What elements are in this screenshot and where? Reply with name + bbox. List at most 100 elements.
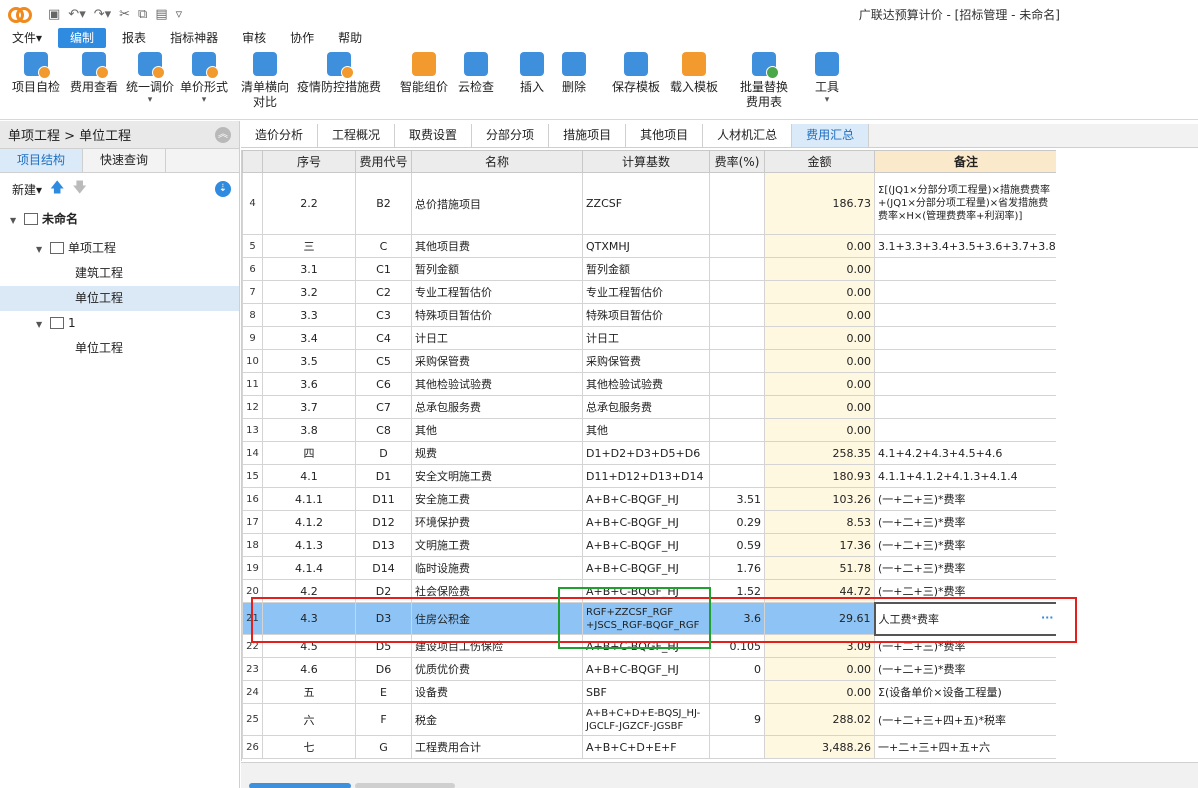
seq-cell[interactable]: 3.6	[262, 372, 356, 396]
amount-cell[interactable]: 0.00	[764, 234, 875, 258]
code-cell[interactable]: C6	[355, 372, 412, 396]
seq-cell[interactable]: 3.3	[262, 303, 356, 327]
tab-fee-summary[interactable]: 费用汇总	[792, 124, 870, 147]
row-number[interactable]: 11	[242, 372, 263, 396]
row-number[interactable]: 7	[242, 280, 263, 304]
code-cell[interactable]: C8	[355, 418, 412, 442]
base-cell[interactable]: ZZCSF	[582, 172, 710, 235]
amount-cell[interactable]: 8.53	[764, 510, 875, 534]
paste-icon[interactable]: ▤	[155, 7, 167, 22]
row-number[interactable]: 16	[242, 487, 263, 511]
base-cell[interactable]: 暂列金额	[582, 257, 710, 281]
base-cell[interactable]: SBF	[582, 680, 710, 704]
code-cell[interactable]: C	[355, 234, 412, 258]
amount-cell[interactable]: 51.78	[764, 556, 875, 580]
name-cell[interactable]: 暂列金额	[411, 257, 583, 281]
seq-cell[interactable]: 4.1.1	[262, 487, 356, 511]
code-cell[interactable]: C1	[355, 257, 412, 281]
tree-item-single-project[interactable]: ▼ 单项工程	[0, 236, 239, 261]
base-cell[interactable]: A+B+C+D+E+F	[582, 735, 710, 759]
expand-icon[interactable]: ▼	[36, 312, 48, 337]
base-cell[interactable]: 特殊项目暂估价	[582, 303, 710, 327]
menu-report[interactable]: 报表	[110, 28, 158, 48]
tab-sub-items[interactable]: 分部分项	[472, 124, 550, 147]
rate-cell[interactable]	[709, 441, 765, 465]
amount-cell[interactable]: 0.00	[764, 326, 875, 350]
rate-cell[interactable]: 0	[709, 657, 765, 681]
code-cell[interactable]: D6	[355, 657, 412, 681]
table-row[interactable]: 13 3.8 C8 其他 其他 0.00	[242, 418, 1056, 442]
note-cell[interactable]	[874, 372, 1056, 396]
table-row[interactable]: 7 3.2 C2 专业工程暂估价 专业工程暂估价 0.00	[242, 280, 1056, 304]
name-cell[interactable]: 采购保管费	[411, 349, 583, 373]
note-cell[interactable]	[874, 280, 1056, 304]
name-cell[interactable]: 文明施工费	[411, 533, 583, 557]
tree-item-unit[interactable]: 单位工程	[0, 336, 239, 361]
row-number[interactable]: 25	[242, 703, 263, 736]
row-number[interactable]: 19	[242, 556, 263, 580]
amount-cell[interactable]: 103.26	[764, 487, 875, 511]
tab-overview[interactable]: 工程概况	[318, 124, 396, 147]
rate-cell[interactable]	[709, 680, 765, 704]
code-cell[interactable]: C4	[355, 326, 412, 350]
tab-measures[interactable]: 措施项目	[549, 124, 627, 147]
batch-replace-button[interactable]: 批量替换 费用表	[740, 52, 788, 110]
code-cell[interactable]: D14	[355, 556, 412, 580]
amount-cell[interactable]: 3,488.26	[764, 735, 875, 759]
code-cell[interactable]: D1	[355, 464, 412, 488]
name-cell[interactable]: 安全施工费	[411, 487, 583, 511]
table-row[interactable]: 12 3.7 C7 总承包服务费 总承包服务费 0.00	[242, 395, 1056, 419]
amount-cell[interactable]: 180.93	[764, 464, 875, 488]
table-row[interactable]: 25 六 F 税金 A+B+C+D+E-BQSJ_HJ-JGCLF-JGZCF-JGSB…	[242, 703, 1056, 736]
name-cell[interactable]: 其他检验试验费	[411, 372, 583, 396]
table-row[interactable]: 4 2.2 B2 总价措施项目 ZZCSF 186.73 Σ[(JQ1×分部分项工程量)×措…	[242, 172, 1056, 235]
scroll-thumb[interactable]	[249, 783, 351, 788]
menu-help[interactable]: 帮助	[326, 28, 374, 48]
name-cell[interactable]: 环境保护费	[411, 510, 583, 534]
row-number[interactable]: 15	[242, 464, 263, 488]
base-cell[interactable]: A+B+C-BQGF_HJ	[582, 556, 710, 580]
tools-button[interactable]: 工具 ▾	[815, 52, 839, 105]
row-number[interactable]: 5	[242, 234, 263, 258]
tree-item-building[interactable]: 建筑工程	[0, 261, 239, 286]
amount-cell[interactable]: 0.00	[764, 395, 875, 419]
note-cell[interactable]: 一+二+三+四+五+六	[874, 735, 1056, 759]
table-row[interactable]: 16 4.1.1 D11 安全施工费 A+B+C-BQGF_HJ 3.51 103.26 (一…	[242, 487, 1056, 511]
cloud-check-button[interactable]: 云检查	[458, 52, 494, 95]
seq-cell[interactable]: 四	[262, 441, 356, 465]
project-check-button[interactable]: 项目自检	[12, 52, 60, 95]
row-number[interactable]: 14	[242, 441, 263, 465]
seq-cell[interactable]: 4.1	[262, 464, 356, 488]
amount-cell[interactable]: 0.00	[764, 418, 875, 442]
table-row[interactable]: 18 4.1.3 D13 文明施工费 A+B+C-BQGF_HJ 0.59 17.36 (一+…	[242, 533, 1056, 557]
note-cell[interactable]: 3.1+3.3+3.4+3.5+3.6+3.7+3.8	[874, 234, 1056, 258]
table-row[interactable]: 24 五 E 设备费 SBF 0.00 Σ(设备单价×设备工程量)	[242, 680, 1056, 704]
note-cell[interactable]: (一+二+三)*费率	[874, 533, 1056, 557]
row-number[interactable]: 9	[242, 326, 263, 350]
base-cell[interactable]: 计日工	[582, 326, 710, 350]
base-cell[interactable]: 总承包服务费	[582, 395, 710, 419]
amount-cell[interactable]: 0.00	[764, 280, 875, 304]
row-number[interactable]: 10	[242, 349, 263, 373]
row-number[interactable]: 4	[242, 172, 263, 235]
tree-item-1[interactable]: ▼ 1	[0, 311, 239, 336]
base-cell[interactable]: A+B+C-BQGF_HJ	[582, 487, 710, 511]
amount-cell[interactable]: 0.00	[764, 680, 875, 704]
table-row[interactable]: 6 3.1 C1 暂列金额 暂列金额 0.00	[242, 257, 1056, 281]
code-cell[interactable]: D	[355, 441, 412, 465]
note-cell[interactable]	[874, 326, 1056, 350]
new-button[interactable]: 新建▾	[12, 181, 42, 198]
code-cell[interactable]: G	[355, 735, 412, 759]
seq-cell[interactable]: 三	[262, 234, 356, 258]
base-cell[interactable]: QTXMHJ	[582, 234, 710, 258]
seq-cell[interactable]: 3.1	[262, 257, 356, 281]
table-row[interactable]: 26 七 G 工程费用合计 A+B+C+D+E+F 3,488.26 一+二+三+四+五+六	[242, 735, 1056, 759]
rate-cell[interactable]	[709, 735, 765, 759]
unit-price-button[interactable]: 单价形式 ▾	[180, 52, 228, 105]
base-cell[interactable]: A+B+C-BQGF_HJ	[582, 510, 710, 534]
rate-cell[interactable]	[709, 418, 765, 442]
note-cell[interactable]	[874, 303, 1056, 327]
amount-cell[interactable]: 0.00	[764, 303, 875, 327]
row-number[interactable]: 24	[242, 680, 263, 704]
base-cell[interactable]: A+B+C+D+E-BQSJ_HJ-JGCLF-JGZCF-JGSBF	[582, 703, 710, 736]
